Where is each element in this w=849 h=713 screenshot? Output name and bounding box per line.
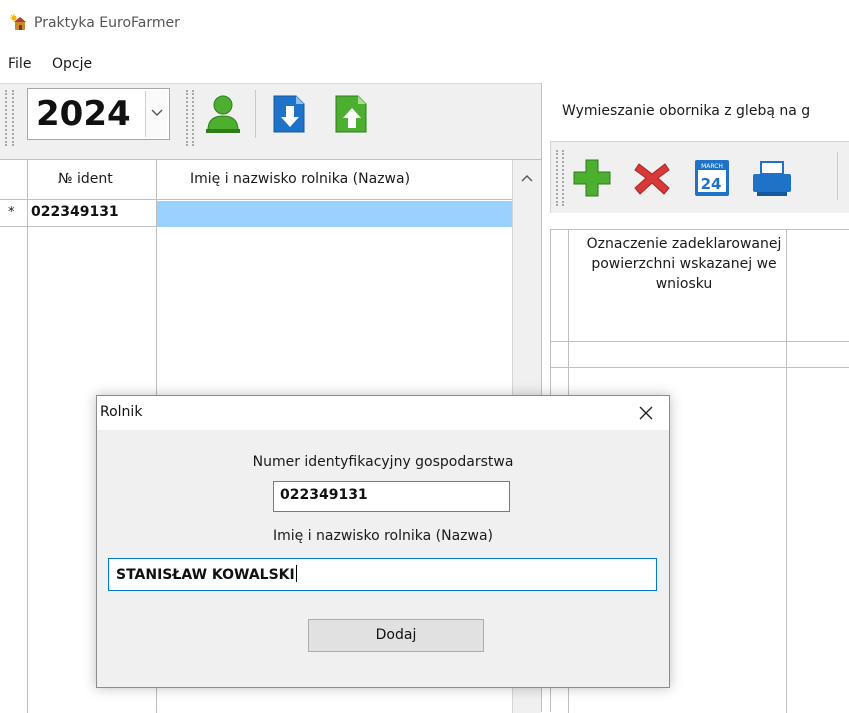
ident-label: Numer identyfikacyjny gospodarstwa [252, 454, 514, 470]
import-icon [273, 95, 305, 133]
grid-column-divider [27, 160, 28, 713]
chevron-up-icon[interactable] [521, 174, 533, 182]
add-button[interactable] [569, 156, 615, 200]
menu-file[interactable]: File [8, 56, 31, 72]
detail-toolbar: MARCH 24 [550, 141, 849, 213]
toolbar-grip[interactable] [12, 90, 15, 146]
task-label: Wymieszanie obornika z glebą na g [562, 103, 811, 119]
new-row-marker: * [8, 205, 15, 220]
name-input[interactable]: STANISŁAW KOWALSKI [108, 558, 657, 591]
grid-header-divider [551, 341, 849, 342]
main-toolbar: 2024 [0, 83, 541, 159]
year-dropdown-button[interactable] [145, 91, 167, 137]
ident-input[interactable]: 022349131 [273, 481, 510, 512]
delete-icon [634, 163, 670, 195]
calendar-month: MARCH [701, 163, 723, 170]
text-caret [295, 565, 297, 582]
import-button[interactable] [266, 92, 312, 136]
toolbar-grip[interactable] [562, 150, 565, 206]
user-icon [206, 95, 240, 133]
toolbar-grip[interactable] [192, 90, 195, 146]
menu-bar: File Opcje [0, 50, 849, 82]
cell-ident[interactable]: 022349131 [28, 201, 156, 227]
toolbar-separator [255, 90, 256, 138]
toolbar-grip[interactable] [5, 90, 8, 146]
calendar-icon: MARCH 24 [695, 160, 729, 196]
print-button[interactable] [749, 156, 795, 200]
year-select[interactable]: 2024 [27, 88, 170, 140]
app-icon [10, 14, 28, 32]
name-label: Imię i nazwisko rolnika (Nazwa) [272, 528, 494, 544]
column-header-area-designation[interactable]: Oznaczenie zadeklarowanej powierzchni ws… [585, 234, 783, 294]
close-icon [639, 406, 653, 420]
menu-opcje[interactable]: Opcje [52, 56, 92, 72]
toolbar-grip[interactable] [556, 150, 559, 206]
delete-button[interactable] [629, 156, 675, 200]
grid-row-divider [551, 367, 849, 368]
year-value: 2024 [36, 94, 131, 134]
calendar-button[interactable]: MARCH 24 [689, 156, 735, 200]
table-row[interactable]: * 022349131 [0, 201, 512, 227]
add-icon [573, 159, 611, 197]
grid-column-divider [786, 230, 787, 713]
dialog-close-button[interactable] [623, 396, 669, 430]
chevron-down-icon [151, 109, 163, 116]
export-icon [335, 95, 367, 133]
toolbar-grip[interactable] [186, 90, 189, 146]
name-input-value: STANISŁAW KOWALSKI [116, 567, 295, 583]
column-header-ident[interactable]: № ident [58, 171, 113, 187]
calendar-day: 24 [701, 175, 722, 193]
export-button[interactable] [328, 92, 374, 136]
toolbar-separator [837, 152, 838, 200]
title-bar: Praktyka EuroFarmer [0, 0, 849, 50]
dialog-title: Rolnik [100, 404, 143, 420]
grid-header: № ident Imię i nazwisko rolnika (Nazwa) [0, 160, 512, 200]
farmer-dialog: Rolnik Numer identyfikacyjny gospodarstw… [96, 395, 670, 688]
column-header-name[interactable]: Imię i nazwisko rolnika (Nazwa) [190, 171, 410, 187]
user-button[interactable] [200, 92, 246, 136]
add-farmer-button[interactable]: Dodaj [308, 619, 484, 652]
cell-name[interactable] [157, 201, 512, 227]
window-title: Praktyka EuroFarmer [34, 15, 180, 31]
dialog-title-bar: Rolnik [97, 396, 669, 430]
printer-icon [753, 161, 791, 196]
